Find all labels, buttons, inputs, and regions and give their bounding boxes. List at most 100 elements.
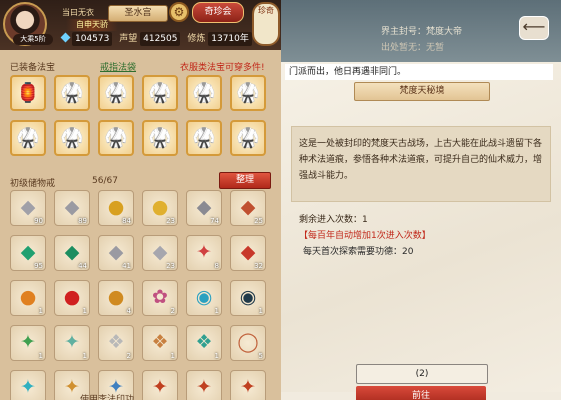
- storage-item-slot[interactable]: ◆ 41: [98, 235, 134, 271]
- equipped-grid: 🏮 🥋 🥋 🥋 🥋 🥋 🥋 🥋 🥋 🥋 🥋 🥋: [10, 75, 266, 156]
- storage-item-slot[interactable]: ◆ 44: [54, 235, 90, 271]
- realm-appears-label: 出处暂无：无暂: [381, 43, 445, 53]
- item-count: 1: [38, 352, 43, 360]
- equipped-item-slot[interactable]: 🥋: [98, 120, 134, 156]
- storage-item-slot[interactable]: ◆ 25: [230, 190, 266, 226]
- storage-capacity: 56/67: [92, 176, 118, 186]
- stat-value: 13710年: [208, 32, 252, 46]
- item-count: 41: [122, 262, 131, 270]
- item-count: 90: [34, 217, 43, 225]
- storage-title: 初级储物戒: [10, 179, 56, 189]
- cultivation-stat: 修炼 13710年: [187, 32, 252, 46]
- item-icon: 🥋: [148, 82, 172, 104]
- item-icon: 🥋: [16, 127, 40, 149]
- item-icon: 🥋: [192, 127, 216, 149]
- item-icon: ✦: [240, 376, 256, 398]
- storage-item-slot[interactable]: ◆ 95: [10, 235, 46, 271]
- storage-item-slot[interactable]: ✦: [142, 370, 178, 400]
- item-count: 84: [122, 217, 131, 225]
- item-tooltip-text: 使用李法印功: [80, 395, 135, 400]
- storage-item-slot[interactable]: ✦ 8: [186, 235, 222, 271]
- count-button[interactable]: (2): [356, 364, 488, 384]
- storage-item-slot[interactable]: ✿ 2: [142, 280, 178, 316]
- stat-value: 104573: [72, 32, 113, 46]
- equipped-item-slot[interactable]: 🥋: [142, 120, 178, 156]
- storage-item-slot[interactable]: ◆ 89: [54, 190, 90, 226]
- equipped-item-slot[interactable]: 🥋: [98, 75, 134, 111]
- avatar-level-badge: 大乘5阶: [13, 34, 53, 45]
- item-count: 23: [166, 262, 175, 270]
- equipped-item-slot[interactable]: 🥋: [230, 120, 266, 156]
- storage-item-slot[interactable]: ◆ 74: [186, 190, 222, 226]
- storage-item-slot[interactable]: ◆ 23: [142, 235, 178, 271]
- item-icon: ✦: [196, 376, 212, 398]
- equipped-item-slot[interactable]: 🥋: [54, 75, 90, 111]
- item-icon: 🏮: [16, 82, 40, 104]
- dungeon-description: 这是一处被封印的梵度天古战场，上古大能在此战斗遗留下各种术法道痕，参悟各种术法道…: [299, 139, 543, 181]
- item-count: 95: [34, 262, 43, 270]
- sort-button[interactable]: 整理: [219, 172, 271, 189]
- storage-item-slot[interactable]: ● 1: [10, 280, 46, 316]
- gear-icon[interactable]: ⚙: [169, 2, 189, 22]
- stat-label: 声望: [119, 34, 138, 44]
- equipped-item-slot[interactable]: 🏮: [10, 75, 46, 111]
- item-count: 23: [166, 217, 175, 225]
- item-count: 1: [38, 307, 43, 315]
- item-count: 1: [214, 352, 219, 360]
- item-icon: 🥋: [104, 82, 128, 104]
- item-count: 1: [214, 307, 219, 315]
- merit-cost: 每天首次探索需要功德：20: [303, 247, 414, 257]
- equipped-item-slot[interactable]: 🥋: [54, 120, 90, 156]
- storage-item-slot[interactable]: ◉ 1: [186, 280, 222, 316]
- storage-item-slot[interactable]: ● 1: [54, 280, 90, 316]
- item-icon: 🥋: [60, 82, 84, 104]
- storage-item-slot[interactable]: ✦: [230, 370, 266, 400]
- item-count: 74: [210, 217, 219, 225]
- item-icon: 🥋: [104, 127, 128, 149]
- storage-item-slot[interactable]: ● 23: [142, 190, 178, 226]
- treasure-logo-text: 珍奇: [258, 6, 274, 15]
- treasure-logo[interactable]: 珍奇: [252, 2, 280, 46]
- storage-item-slot[interactable]: ❖ 1: [186, 325, 222, 361]
- dialog-quote: 门派而出，他日再遇非同门。: [285, 64, 553, 80]
- enter-button[interactable]: 前往: [356, 386, 486, 400]
- storage-item-slot[interactable]: ✦ 1: [10, 325, 46, 361]
- storage-item-slot[interactable]: ❖ 1: [142, 325, 178, 361]
- item-count: 2: [170, 307, 175, 315]
- storage-item-slot[interactable]: ◯ 5: [230, 325, 266, 361]
- item-icon: 🥋: [192, 82, 216, 104]
- item-count: 44: [78, 262, 87, 270]
- equipped-item-slot[interactable]: 🥋: [230, 75, 266, 111]
- treasure-fair-button[interactable]: 奇珍会: [192, 2, 244, 23]
- stat-label: 修炼: [187, 34, 206, 44]
- item-icon: ✦: [152, 376, 168, 398]
- item-count: 25: [254, 217, 263, 225]
- dungeon-panel: 界主封号：梵度大帝 出处暂无：无暂 ⟵ 门派而出，他日再遇非同门。 梵度天秘境 …: [281, 0, 561, 400]
- stat-value: 412505: [140, 32, 181, 46]
- realm-lord-label: 界主封号：梵度大帝: [381, 27, 463, 37]
- storage-item-slot[interactable]: ✦ 1: [54, 325, 90, 361]
- storage-item-slot[interactable]: ◆ 90: [10, 190, 46, 226]
- storage-item-slot[interactable]: ◉ 1: [230, 280, 266, 316]
- equipped-item-slot[interactable]: 🥋: [186, 120, 222, 156]
- storage-item-slot[interactable]: ◆ 32: [230, 235, 266, 271]
- storage-item-slot[interactable]: ● 4: [98, 280, 134, 316]
- storage-item-slot[interactable]: ✦: [186, 370, 222, 400]
- item-count: 4: [126, 307, 131, 315]
- storage-item-slot[interactable]: ✦: [10, 370, 46, 400]
- equipped-item-slot[interactable]: 🥋: [186, 75, 222, 111]
- equipped-title: 已装备法宝: [10, 63, 56, 73]
- equipped-item-slot[interactable]: 🥋: [10, 120, 46, 156]
- back-arrow-icon[interactable]: ⟵: [519, 16, 549, 40]
- storage-item-slot[interactable]: ● 84: [98, 190, 134, 226]
- equipped-item-slot[interactable]: 🥋: [142, 75, 178, 111]
- storage-item-slot[interactable]: ❖ 2: [98, 325, 134, 361]
- item-icon: 🥋: [148, 127, 172, 149]
- ring-bag-link[interactable]: 戒指法袋: [100, 60, 136, 73]
- stats-bar: 104573 声望 412505 修炼 13710年: [60, 32, 256, 46]
- equip-hint: 衣服类法宝可穿多件!: [180, 63, 265, 73]
- item-icon: 🥋: [60, 127, 84, 149]
- item-count: 32: [254, 262, 263, 270]
- cloud-background: [281, 62, 561, 392]
- spirit-stones-stat: 104573: [60, 32, 113, 46]
